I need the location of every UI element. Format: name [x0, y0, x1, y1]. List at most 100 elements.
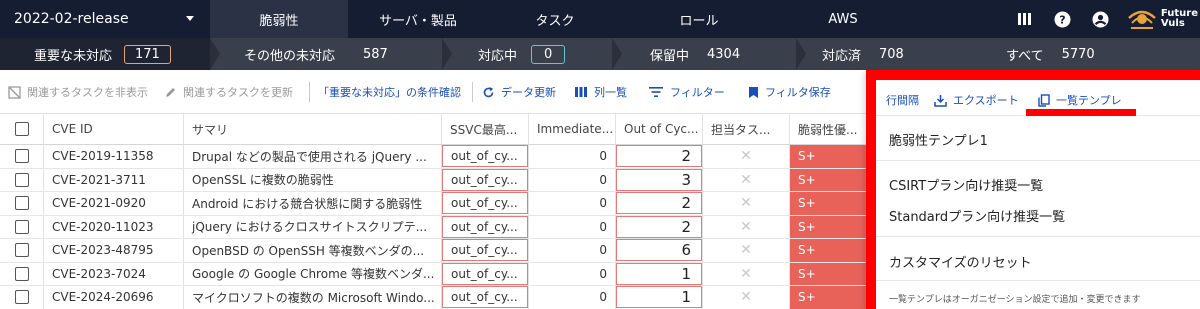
update-related-tasks-button[interactable]: 関連するタスクを更新	[164, 84, 293, 100]
column-header-assigned-tasks[interactable]: 担当タス...	[703, 114, 790, 144]
column-header-cve-id[interactable]: CVE ID	[44, 114, 184, 144]
assigned-tasks-cell: ✕	[703, 286, 790, 309]
menu-item-label: カスタマイズのリセット	[889, 256, 1032, 271]
template-list-menu: 行間隔 エクスポート 一覧テンプレ 脆弱性テンプレ1 CSIRTプラン向け推奨一…	[866, 70, 1200, 309]
status-count: 587	[363, 46, 388, 62]
hide-related-tasks-button[interactable]: 関連するタスクを非表示	[8, 84, 148, 100]
filter-button[interactable]: フィルター	[648, 84, 725, 100]
select-all-checkbox[interactable]	[14, 122, 29, 136]
tab-label: タスク	[535, 13, 575, 29]
tab-vulnerabilities[interactable]: 脆弱性	[210, 0, 348, 38]
status-all[interactable]: すべて 5770	[1006, 38, 1095, 70]
menu-item-label: Standardプラン向け推奨一覧	[889, 210, 1066, 225]
columns-button[interactable]: 列一覧	[574, 84, 627, 100]
row-checkbox[interactable]	[14, 149, 29, 164]
futurevuls-logo[interactable]: Future Vuls	[1127, 6, 1198, 32]
tab-aws[interactable]: AWS	[776, 0, 910, 38]
cve-id[interactable]: CVE-2020-11023	[52, 220, 154, 234]
columns-icon	[575, 87, 587, 97]
out-of-cycle-count: 2	[681, 147, 691, 166]
release-selector[interactable]: 2022-02-release	[0, 0, 210, 38]
copy-icon	[1038, 93, 1050, 107]
menu-item-reset-customization[interactable]: カスタマイズのリセット	[876, 252, 1200, 271]
out-of-cycle-cell: 1	[616, 262, 703, 285]
highlight-underline	[1026, 109, 1136, 116]
status-count: 5770	[1061, 46, 1095, 62]
cve-id[interactable]: CVE-2021-3711	[52, 173, 146, 187]
column-header-ssvc[interactable]: SSVC最高...	[442, 114, 529, 144]
cve-id[interactable]: CVE-2021-0920	[52, 196, 146, 210]
menu-toolbar-label: エクスポート	[953, 94, 1019, 107]
ssvc-value: out_of_cy...	[451, 149, 518, 164]
status-count-badge: 0	[531, 44, 566, 64]
menu-divider	[876, 280, 1200, 281]
tab-label: 脆弱性	[259, 13, 299, 29]
column-header-label: SSVC最高...	[450, 122, 518, 137]
column-header-summary[interactable]: サマリ	[184, 114, 442, 144]
tab-tasks[interactable]: タスク	[488, 0, 622, 38]
row-checkbox[interactable]	[14, 266, 29, 281]
row-select-cell	[0, 145, 44, 168]
row-select-cell	[0, 215, 44, 238]
cve-id-cell: CVE-2023-48795	[44, 239, 184, 262]
out-of-cycle-cell: 2	[616, 145, 703, 168]
save-filter-button[interactable]: フィルタ保存	[748, 84, 831, 100]
export-button[interactable]: エクスポート	[934, 92, 1019, 108]
priority-badge: S+	[798, 243, 816, 258]
cve-id[interactable]: CVE-2023-48795	[52, 243, 154, 257]
library-icon[interactable]	[1015, 9, 1035, 29]
export-icon	[934, 94, 947, 107]
close-icon: ✕	[740, 242, 752, 259]
toolbar-label: 列一覧	[594, 86, 627, 99]
status-other[interactable]: その他の未対応 587	[244, 38, 388, 70]
tab-label: AWS	[828, 11, 858, 27]
cve-id[interactable]: CVE-2023-7024	[52, 267, 146, 281]
chevron-down-icon	[186, 16, 194, 21]
summary-text: OpenBSD の OpenSSH 等複数ベンダの...	[192, 243, 425, 258]
cve-id-cell: CVE-2024-20696	[44, 286, 184, 309]
row-spacing-button[interactable]: 行間隔	[886, 92, 919, 108]
cve-id[interactable]: CVE-2019-11358	[52, 149, 154, 163]
account-icon[interactable]	[1091, 9, 1111, 29]
column-header-out-of-cycle[interactable]: Out of Cyc...	[616, 114, 703, 144]
help-icon[interactable]: ?	[1053, 9, 1073, 29]
assigned-tasks-cell: ✕	[703, 168, 790, 191]
edit-icon	[166, 87, 175, 97]
summary-text: OpenSSL に複数の脆弱性	[192, 173, 334, 188]
close-icon: ✕	[740, 148, 752, 165]
tab-roles[interactable]: ロール	[622, 0, 776, 38]
row-select-cell	[0, 262, 44, 285]
menu-item-standard-recommended[interactable]: Standardプラン向け推奨一覧	[876, 206, 1200, 225]
row-checkbox[interactable]	[14, 290, 29, 305]
row-checkbox[interactable]	[14, 196, 29, 211]
cve-id[interactable]: CVE-2024-20696	[52, 290, 154, 304]
summary-cell: jQuery におけるクロスサイトスクリプテ...	[184, 215, 442, 238]
status-important[interactable]: 重要な未対応 171	[0, 38, 210, 70]
row-checkbox[interactable]	[14, 243, 29, 258]
assigned-tasks-cell: ✕	[703, 192, 790, 215]
check-conditions-link[interactable]: 「重要な未対応」の条件確認	[318, 84, 461, 100]
tab-servers[interactable]: サーバ・製品	[348, 0, 488, 38]
close-icon: ✕	[740, 171, 752, 188]
immediate-cell: 0	[529, 239, 616, 262]
status-on-hold[interactable]: 保留中 4304	[650, 38, 740, 70]
priority-cell: S+	[790, 168, 870, 191]
ssvc-cell: out_of_cy...	[442, 168, 529, 191]
row-select-cell	[0, 286, 44, 309]
status-in-progress[interactable]: 対応中 0	[478, 38, 566, 70]
select-all-cell	[0, 114, 44, 144]
priority-badge: S+	[798, 266, 816, 281]
immediate-cell: 0	[529, 262, 616, 285]
menu-item-template-1[interactable]: 脆弱性テンプレ1	[876, 130, 1200, 149]
ssvc-value: out_of_cy...	[451, 243, 518, 258]
template-list-button[interactable]: 一覧テンプレ	[1038, 92, 1122, 108]
column-header-immediate[interactable]: Immediate...	[529, 114, 616, 144]
menu-item-csirt-recommended[interactable]: CSIRTプラン向け推奨一覧	[876, 175, 1200, 194]
status-done[interactable]: 対応済 708	[822, 38, 904, 70]
data-update-button[interactable]: データ更新	[482, 84, 556, 100]
row-checkbox[interactable]	[14, 172, 29, 187]
row-checkbox[interactable]	[14, 219, 29, 234]
priority-cell: S+	[790, 286, 870, 309]
immediate-cell: 0	[529, 286, 616, 309]
column-header-priority[interactable]: 脆弱性優...	[790, 114, 870, 144]
